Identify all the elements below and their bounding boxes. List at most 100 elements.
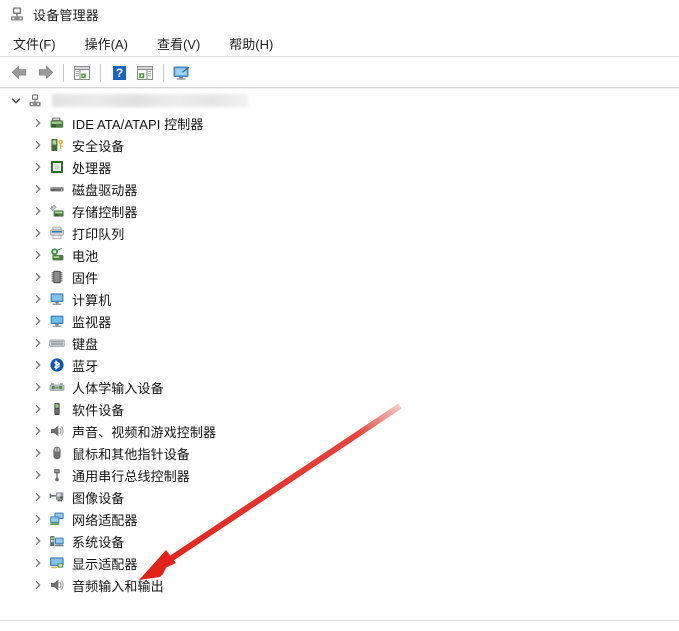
processor-icon	[49, 159, 65, 175]
console-tree-icon	[73, 65, 91, 81]
imaging-device-icon	[49, 489, 65, 505]
forward-arrow-icon	[36, 64, 55, 81]
tree-item-label: IDE ATA/ATAPI 控制器	[72, 116, 204, 132]
chevron-right-icon[interactable]	[30, 115, 46, 131]
menubar-divider	[0, 56, 679, 57]
software-device-icon	[49, 401, 65, 417]
toolbar: ?	[0, 58, 679, 87]
tree-item-processors[interactable]: 处理器	[0, 156, 679, 178]
tree-item-label: 打印队列	[72, 226, 125, 242]
tree-item-security-devices[interactable]: 安全设备	[0, 134, 679, 156]
chevron-right-icon[interactable]	[30, 467, 46, 483]
menu-bar: 文件(F) 操作(A) 查看(V) 帮助(H)	[0, 30, 679, 56]
tree-item-label: 存储控制器	[72, 204, 138, 220]
usb-controller-icon	[49, 467, 65, 483]
tree-item-monitors[interactable]: 监视器	[0, 310, 679, 332]
chevron-right-icon[interactable]	[30, 379, 46, 395]
svg-text:?: ?	[115, 66, 122, 80]
tree-item-storage-controllers[interactable]: 存储控制器	[0, 200, 679, 222]
tree-item-network-adapters[interactable]: 网络适配器	[0, 508, 679, 530]
forward-button[interactable]	[32, 61, 58, 85]
tree-item-sound-video-game-controllers[interactable]: 声音、视频和游戏控制器	[0, 420, 679, 442]
properties-panel-icon	[136, 65, 154, 81]
tree-item-disk-drives[interactable]: 磁盘驱动器	[0, 178, 679, 200]
tree-item-label: 声音、视频和游戏控制器	[72, 424, 217, 440]
scan-monitor-icon	[172, 64, 192, 81]
storage-controller-icon	[49, 203, 65, 219]
keyboard-icon	[49, 335, 65, 351]
tree-item-keyboards[interactable]: 键盘	[0, 332, 679, 354]
battery-icon	[49, 247, 65, 263]
chevron-right-icon[interactable]	[30, 489, 46, 505]
chevron-right-icon[interactable]	[30, 555, 46, 571]
tree-item-audio-inputs-and-outputs[interactable]: 音频输入和输出	[0, 574, 679, 596]
scan-hardware-changes-button[interactable]	[169, 61, 195, 85]
help-button[interactable]: ?	[106, 61, 132, 85]
window-bottom-area	[0, 621, 679, 631]
menu-file[interactable]: 文件(F)	[11, 33, 58, 54]
tree-item-usb-controllers[interactable]: 通用串行总线控制器	[0, 464, 679, 486]
tree-item-software-devices[interactable]: 软件设备	[0, 398, 679, 420]
help-question-icon: ?	[111, 65, 128, 81]
menu-help[interactable]: 帮助(H)	[227, 33, 275, 54]
chevron-right-icon[interactable]	[30, 335, 46, 351]
chevron-right-icon[interactable]	[30, 269, 46, 285]
tree-item-label: 软件设备	[72, 402, 125, 418]
chevron-right-icon[interactable]	[30, 203, 46, 219]
chevron-right-icon[interactable]	[30, 225, 46, 241]
tree-item-batteries[interactable]: 电池	[0, 244, 679, 266]
computer-icon	[49, 291, 65, 307]
menu-action[interactable]: 操作(A)	[83, 33, 130, 54]
tree-item-imaging-devices[interactable]: 图像设备	[0, 486, 679, 508]
tree-item-label: 人体学输入设备	[72, 380, 164, 396]
device-manager-window: 设备管理器 文件(F) 操作(A) 查看(V) 帮助(H) ? IDE ATA/…	[0, 0, 679, 631]
ide-controller-icon	[49, 115, 65, 131]
tree-item-system-devices[interactable]: 系统设备	[0, 530, 679, 552]
hid-icon	[49, 379, 65, 395]
tree-item-display-adapters[interactable]: 显示适配器	[0, 552, 679, 574]
chevron-right-icon[interactable]	[30, 137, 46, 153]
device-tree[interactable]: IDE ATA/ATAPI 控制器 安全设备 处理器 磁盘驱动器 存储控制器 打…	[0, 89, 679, 620]
tree-item-human-interface-devices[interactable]: 人体学输入设备	[0, 376, 679, 398]
tree-item-label: 蓝牙	[72, 358, 99, 374]
back-button[interactable]	[6, 61, 32, 85]
tree-item-bluetooth[interactable]: 蓝牙	[0, 354, 679, 376]
audio-io-icon	[49, 577, 65, 593]
chevron-right-icon[interactable]	[30, 159, 46, 175]
device-manager-icon	[9, 6, 25, 22]
tree-item-label: 网络适配器	[72, 512, 138, 528]
system-device-icon	[49, 533, 65, 549]
chevron-right-icon[interactable]	[30, 423, 46, 439]
security-device-icon	[49, 137, 65, 153]
tree-item-label: 图像设备	[72, 490, 125, 506]
window-title: 设备管理器	[33, 7, 100, 23]
chevron-right-icon[interactable]	[30, 401, 46, 417]
chevron-right-icon[interactable]	[30, 313, 46, 329]
tree-item-label: 计算机	[72, 292, 112, 308]
tree-item-computer[interactable]: 计算机	[0, 288, 679, 310]
chevron-right-icon[interactable]	[30, 247, 46, 263]
chevron-right-icon[interactable]	[30, 445, 46, 461]
tree-item-label: 键盘	[72, 336, 99, 352]
chevron-down-icon[interactable]	[8, 93, 24, 109]
tree-item-ide-ata-atapi[interactable]: IDE ATA/ATAPI 控制器	[0, 112, 679, 134]
tree-item-print-queues[interactable]: 打印队列	[0, 222, 679, 244]
chevron-right-icon[interactable]	[30, 511, 46, 527]
chevron-right-icon[interactable]	[30, 357, 46, 373]
show-hide-console-tree-button[interactable]	[69, 61, 95, 85]
computer-name-redacted	[52, 94, 248, 107]
properties-button[interactable]	[132, 61, 158, 85]
display-adapter-icon	[49, 555, 65, 571]
chevron-right-icon[interactable]	[30, 181, 46, 197]
computer-root-node[interactable]	[0, 89, 679, 112]
network-adapter-icon	[49, 511, 65, 527]
tree-item-firmware[interactable]: 固件	[0, 266, 679, 288]
chevron-right-icon[interactable]	[30, 291, 46, 307]
chevron-right-icon[interactable]	[30, 577, 46, 593]
tree-item-label: 鼠标和其他指针设备	[72, 446, 190, 462]
tree-item-mice-and-pointing-devices[interactable]: 鼠标和其他指针设备	[0, 442, 679, 464]
chevron-right-icon[interactable]	[30, 533, 46, 549]
tree-item-label: 监视器	[72, 314, 112, 330]
title-bar: 设备管理器	[0, 0, 679, 28]
menu-view[interactable]: 查看(V)	[155, 33, 202, 54]
